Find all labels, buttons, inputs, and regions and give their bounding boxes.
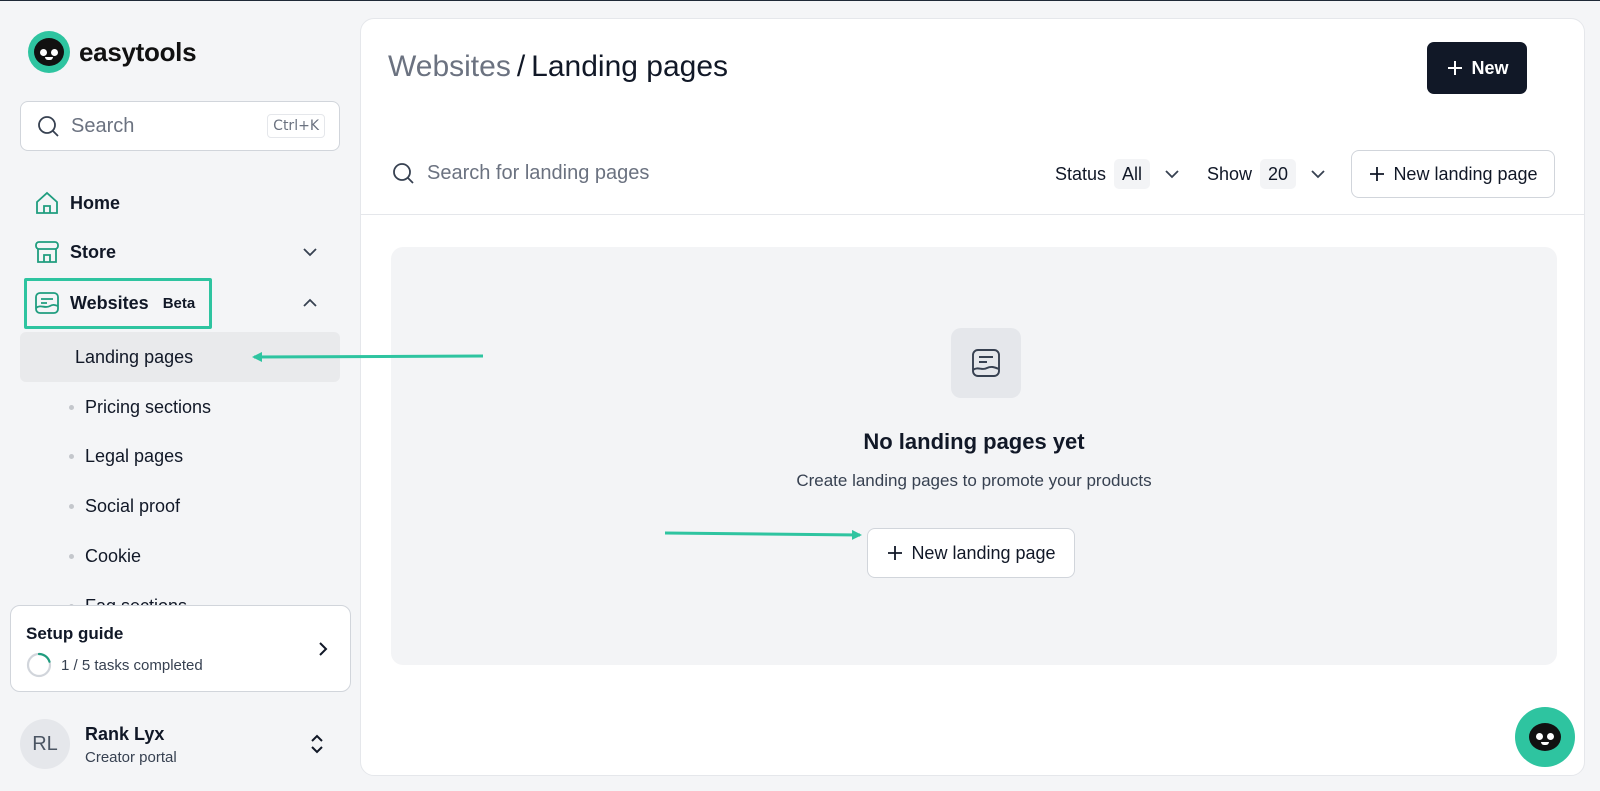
new-button[interactable]: New — [1427, 42, 1527, 94]
avatar: RL — [20, 719, 70, 769]
chevron-right-icon — [319, 642, 328, 656]
plus-icon — [888, 546, 903, 560]
websites-icon — [35, 292, 59, 314]
sidebar-item-websites[interactable]: Websites Beta — [24, 279, 342, 327]
user-name: Rank Lyx — [85, 724, 165, 744]
brand-name: easytools — [79, 36, 197, 67]
status-filter-value: All — [1114, 159, 1151, 189]
setup-guide-progress: 1 / 5 tasks completed — [61, 657, 203, 674]
show-filter-label: Show — [1207, 163, 1253, 184]
sidebar-subitem-label: Landing pages — [75, 347, 194, 367]
sidebar-subitem-faq-sections[interactable]: Faq sections — [69, 595, 187, 605]
toolbar: Search for landing pages Status All Show… — [361, 133, 1584, 215]
sidebar-subitem-label: Cookie — [85, 545, 142, 566]
sidebar-item-label: Home — [70, 192, 121, 213]
search-placeholder: Search — [71, 114, 135, 137]
empty-state-new-landing-page-button[interactable]: New landing page — [867, 528, 1075, 578]
sidebar-subitem-label: Legal pages — [85, 445, 184, 466]
search-icon — [393, 163, 414, 184]
store-icon — [35, 241, 59, 263]
page-title: Landing pages — [531, 50, 729, 83]
sidebar-subitem-label: Social proof — [85, 495, 181, 516]
landing-search-input[interactable]: Search for landing pages — [391, 161, 649, 185]
main-panel: Websites / Landing pages New Search for la… — [360, 18, 1585, 776]
sidebar-item-label: Websites — [70, 292, 149, 313]
sidebar-item-home[interactable]: Home — [24, 179, 342, 227]
sloth-logo-icon — [28, 31, 70, 73]
empty-state-description: Create landing pages to promote your pro… — [796, 471, 1152, 490]
setup-guide-card[interactable]: Setup guide 1 / 5 tasks completed — [10, 605, 351, 692]
landing-search-placeholder: Search for landing pages — [427, 161, 650, 184]
sidebar-subitem-social-proof[interactable]: Social proof — [69, 495, 180, 517]
sidebar-item-store[interactable]: Store — [24, 228, 342, 276]
brand[interactable]: easytools — [28, 31, 197, 73]
sidebar-subitem-legal-pages[interactable]: Legal pages — [69, 445, 183, 467]
new-landing-page-button[interactable]: New landing page — [1351, 150, 1555, 198]
sloth-chat-icon — [1529, 723, 1561, 751]
sidebar-subitem-landing-pages[interactable]: Landing pages — [20, 332, 340, 382]
home-icon — [36, 191, 58, 214]
sidebar-subitem-label: Pricing sections — [85, 396, 212, 417]
sidebar-item-label: Store — [70, 241, 117, 262]
chat-support-button[interactable] — [1515, 707, 1575, 767]
bullet-icon — [69, 453, 74, 459]
new-landing-page-label: New landing page — [1393, 163, 1538, 184]
search-shortcut: Ctrl+K — [267, 114, 325, 138]
user-menu[interactable]: RL Rank Lyx Creator portal — [20, 719, 340, 779]
plus-icon — [1370, 167, 1385, 181]
sidebar-subitem-pricing-sections[interactable]: Pricing sections — [69, 396, 211, 418]
breadcrumb-parent[interactable]: Websites — [388, 50, 511, 83]
breadcrumb-separator: / — [516, 50, 526, 83]
status-filter-label: Status — [1055, 163, 1107, 184]
search-input[interactable]: Search Ctrl+K — [20, 101, 340, 151]
chevron-down-icon — [1165, 170, 1179, 179]
chevron-down-icon — [1311, 170, 1325, 179]
show-filter-value: 20 — [1260, 159, 1297, 189]
chevron-up-icon[interactable] — [300, 293, 320, 313]
bullet-icon — [69, 553, 74, 559]
bullet-icon — [69, 503, 74, 509]
plus-icon — [1448, 61, 1463, 75]
sidebar-subitem-label: Faq sections — [85, 596, 187, 606]
empty-state-button-label: New landing page — [911, 542, 1056, 563]
scroll-clip: Faq sections — [0, 591, 355, 605]
landing-page-icon — [951, 328, 1021, 398]
new-button-label: New — [1471, 57, 1509, 78]
show-filter[interactable]: Show 20 — [1207, 158, 1328, 190]
breadcrumb: Websites / Landing pages — [388, 50, 728, 84]
chevron-up-down-icon[interactable] — [306, 733, 328, 755]
chevron-down-icon[interactable] — [300, 242, 320, 262]
sidebar-subitem-cookie[interactable]: Cookie — [69, 545, 141, 567]
status-filter[interactable]: Status All — [1055, 158, 1182, 190]
empty-state-title: No landing pages yet — [863, 429, 1085, 454]
bullet-icon — [69, 404, 74, 410]
progress-ring-icon — [26, 652, 52, 678]
sidebar: easytools Search Ctrl+K Home Store Websi… — [0, 1, 355, 791]
empty-state: No landing pages yet Create landing page… — [391, 247, 1557, 665]
user-role: Creator portal — [85, 749, 177, 766]
beta-badge: Beta — [162, 294, 196, 312]
search-icon — [38, 116, 59, 137]
setup-guide-title: Setup guide — [26, 624, 124, 643]
